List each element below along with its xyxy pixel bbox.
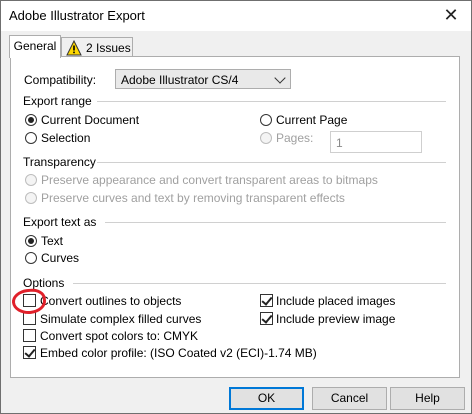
convert-spot-checkbox[interactable] <box>23 329 36 342</box>
help-button[interactable]: Help <box>390 387 465 410</box>
ok-button[interactable]: OK <box>229 387 304 410</box>
divider <box>97 162 446 163</box>
divider <box>97 101 446 102</box>
transparency-heading: Transparency <box>23 155 96 169</box>
compatibility-select[interactable]: Adobe Illustrator CS/4 <box>115 69 291 89</box>
radio-preserve-curves[interactable] <box>25 192 37 204</box>
current-page-label: Current Page <box>276 113 348 127</box>
tab-issues[interactable]: 2 Issues <box>61 37 133 58</box>
export-dialog: Adobe Illustrator Export ✕ General 2 Iss… <box>0 0 472 414</box>
curves-label: Curves <box>41 251 80 265</box>
include-preview-label: Include preview image <box>276 312 396 326</box>
warning-icon <box>66 40 82 56</box>
convert-outlines-label: Convert outlines to objects <box>40 294 182 308</box>
pages-field[interactable]: 1 <box>330 131 422 153</box>
radio-text[interactable] <box>25 235 37 247</box>
export-range-heading: Export range <box>23 94 92 108</box>
compatibility-value: Adobe Illustrator CS/4 <box>121 73 239 87</box>
simulate-filled-label: Simulate complex filled curves <box>40 312 202 326</box>
selection-label: Selection <box>41 131 91 145</box>
include-placed-checkbox[interactable] <box>260 294 273 307</box>
close-icon[interactable]: ✕ <box>441 4 461 26</box>
include-placed-label: Include placed images <box>276 294 396 308</box>
export-text-heading: Export text as <box>23 215 97 229</box>
radio-pages[interactable] <box>260 132 272 144</box>
chevron-down-icon <box>274 72 286 84</box>
radio-curves[interactable] <box>25 252 37 264</box>
radio-current-document[interactable] <box>25 114 37 126</box>
radio-preserve-appearance[interactable] <box>25 174 37 186</box>
text-label: Text <box>41 234 64 248</box>
current-document-label: Current Document <box>41 113 140 127</box>
include-preview-checkbox[interactable] <box>260 312 273 325</box>
preserve-curves-label: Preserve curves and text by removing tra… <box>41 191 345 205</box>
divider <box>73 283 446 284</box>
compatibility-label: Compatibility: <box>24 73 97 87</box>
tab-general[interactable]: General <box>9 35 61 58</box>
embed-profile-label: Embed color profile: (ISO Coated v2 (ECI… <box>40 346 317 360</box>
title-bar: Adobe Illustrator Export ✕ <box>1 1 471 31</box>
tab-issues-label: 2 Issues <box>86 41 131 55</box>
radio-current-page[interactable] <box>260 114 272 126</box>
divider <box>105 222 446 223</box>
tab-general-label: General <box>13 39 57 53</box>
embed-profile-checkbox[interactable] <box>23 346 36 359</box>
radio-selection[interactable] <box>25 132 37 144</box>
convert-spot-label: Convert spot colors to: CMYK <box>40 329 199 343</box>
window-title: Adobe Illustrator Export <box>9 8 145 23</box>
preserve-appearance-label: Preserve appearance and convert transpar… <box>41 173 378 187</box>
pages-label: Pages: <box>276 131 314 145</box>
cancel-button[interactable]: Cancel <box>312 387 387 410</box>
